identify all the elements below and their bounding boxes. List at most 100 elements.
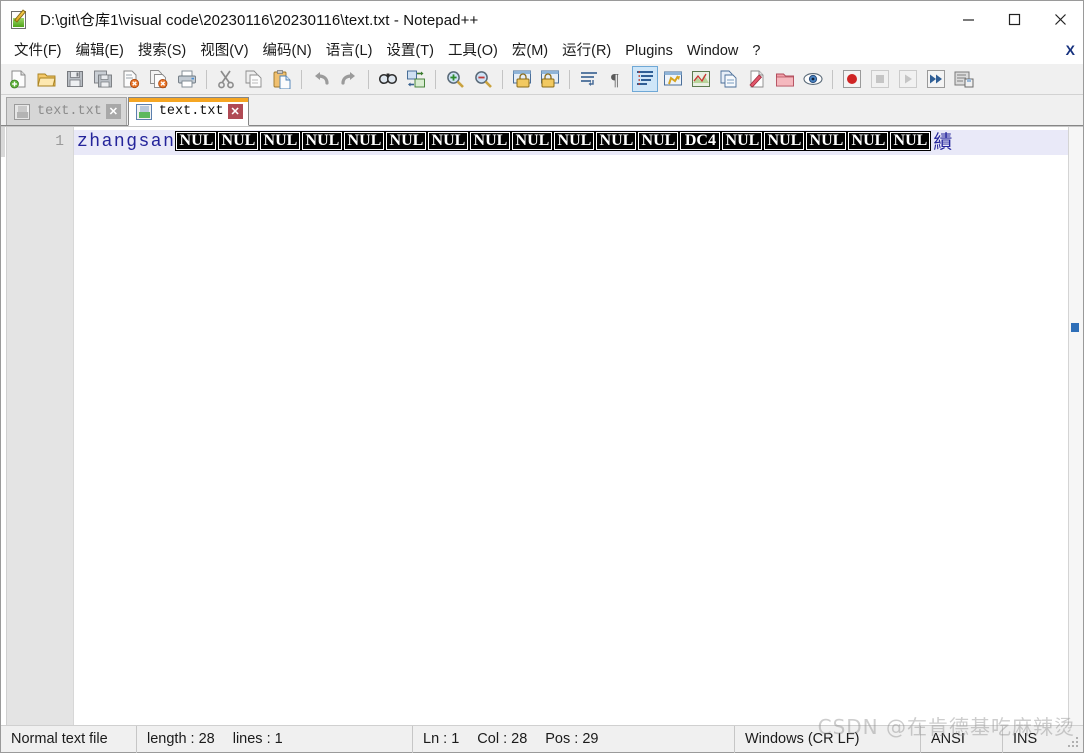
saved-file-icon	[135, 103, 152, 120]
resize-grip[interactable]	[1068, 737, 1080, 749]
menu-edit[interactable]: 编辑(E)	[69, 40, 131, 64]
open-file-icon[interactable]	[34, 66, 60, 92]
status-encoding[interactable]: ANSI	[921, 725, 1003, 753]
tab-label: text.txt	[158, 104, 224, 119]
copy-icon[interactable]	[241, 66, 267, 92]
status-caret-position[interactable]: Ln : 1 Col : 28 Pos : 29	[413, 725, 735, 753]
menu-bar: 文件(F) 编辑(E) 搜索(S) 视图(V) 编码(N) 语言(L) 设置(T…	[1, 39, 1083, 64]
zoom-out-icon[interactable]	[470, 66, 496, 92]
control-char-nul: NUL	[343, 131, 386, 152]
folder-as-workspace-icon[interactable]	[772, 66, 798, 92]
tab-text-txt-2[interactable]: text.txt ✕	[127, 97, 249, 126]
control-char-nul: NUL	[511, 131, 554, 152]
monitoring-icon[interactable]	[800, 66, 826, 92]
code-canvas[interactable]: zhangsan NUL NUL NUL NUL NUL NUL NUL NUL NUL NUL NU…	[74, 127, 1083, 725]
toolbar-separator	[301, 69, 302, 89]
cut-icon[interactable]	[213, 66, 239, 92]
control-char-dc4: DC4	[679, 131, 722, 152]
menu-window[interactable]: Window	[680, 40, 746, 64]
save-all-icon[interactable]	[90, 66, 116, 92]
paste-icon[interactable]	[269, 66, 295, 92]
menu-file[interactable]: 文件(F)	[7, 40, 69, 64]
document-switcher-icon[interactable]	[744, 66, 770, 92]
close-window-button[interactable]	[1037, 1, 1083, 38]
menu-tools[interactable]: 工具(O)	[441, 40, 505, 64]
notepad-plus-plus-icon	[10, 8, 30, 30]
status-ln: Ln : 1	[423, 731, 460, 747]
toolbar-separator	[368, 69, 369, 89]
control-character-sequence: NUL NUL NUL NUL NUL NUL NUL NUL NUL NUL NUL NUL DC4 N…	[175, 130, 932, 155]
editor-bookmark-margin[interactable]	[1, 127, 7, 725]
status-pos: Pos : 29	[545, 731, 599, 747]
save-current-macro-icon[interactable]	[951, 66, 977, 92]
indent-guide-icon[interactable]	[632, 66, 658, 92]
maximize-button[interactable]	[991, 1, 1037, 38]
code-line-1[interactable]: zhangsan NUL NUL NUL NUL NUL NUL NUL NUL NUL NUL NU…	[74, 130, 1083, 155]
control-char-nul: NUL	[889, 131, 932, 152]
new-file-icon[interactable]	[6, 66, 32, 92]
toolbar-separator	[832, 69, 833, 89]
control-char-nul: NUL	[427, 131, 470, 152]
print-icon[interactable]	[174, 66, 200, 92]
window-controls	[945, 1, 1083, 38]
status-length-lines[interactable]: length : 28 lines : 1	[137, 725, 413, 753]
save-icon[interactable]	[62, 66, 88, 92]
play-macro-icon[interactable]	[895, 66, 921, 92]
editor-area: 1 zhangsan NUL NUL NUL NUL NUL NUL NUL NUL NUL NUL…	[1, 126, 1083, 725]
minimize-button[interactable]	[945, 1, 991, 38]
toolbar-separator	[435, 69, 436, 89]
document-map-icon[interactable]	[688, 66, 714, 92]
close-file-icon[interactable]	[118, 66, 144, 92]
tab-close-icon[interactable]: ✕	[105, 104, 121, 119]
menu-view[interactable]: 视图(V)	[193, 40, 255, 64]
line-number-gutter: 1	[7, 127, 74, 725]
word-wrap-icon[interactable]	[576, 66, 602, 92]
stop-recording-macro-icon[interactable]	[867, 66, 893, 92]
code-text-prefix: zhangsan	[77, 132, 176, 152]
menu-run[interactable]: 运行(R)	[555, 40, 618, 64]
show-all-characters-icon[interactable]: ¶	[604, 66, 630, 92]
menu-search[interactable]: 搜索(S)	[131, 40, 193, 64]
menu-encoding[interactable]: 编码(N)	[256, 40, 319, 64]
control-char-nul: NUL	[763, 131, 806, 152]
control-char-nul: NUL	[553, 131, 596, 152]
vertical-scrollbar[interactable]	[1068, 127, 1083, 725]
menu-help[interactable]: ?	[745, 40, 767, 64]
code-text-suffix: 績	[933, 131, 953, 153]
toolbar-separator	[502, 69, 503, 89]
close-document-icon[interactable]: X	[1066, 42, 1075, 58]
title-bar: D:\git\仓库1\visual code\20230116\20230116…	[1, 1, 1083, 39]
status-eol-format[interactable]: Windows (CR LF)	[735, 725, 921, 753]
menu-plugins[interactable]: Plugins	[618, 40, 680, 64]
status-file-type[interactable]: Normal text file	[1, 725, 137, 753]
user-defined-language-icon[interactable]	[660, 66, 686, 92]
control-char-nul: NUL	[847, 131, 890, 152]
status-length: length : 28	[147, 731, 215, 747]
status-col: Col : 28	[477, 731, 528, 747]
control-char-nul: NUL	[259, 131, 302, 152]
menu-macro[interactable]: 宏(M)	[505, 40, 555, 64]
find-icon[interactable]	[375, 66, 401, 92]
tab-text-txt-1[interactable]: text.txt ✕	[6, 97, 127, 125]
svg-text:¶: ¶	[611, 70, 619, 89]
sync-horizontal-scroll-icon[interactable]	[537, 66, 563, 92]
control-char-nul: NUL	[805, 131, 848, 152]
control-char-nul: NUL	[385, 131, 428, 152]
run-macro-multiple-times-icon[interactable]	[923, 66, 949, 92]
sync-vertical-scroll-icon[interactable]	[509, 66, 535, 92]
menu-settings[interactable]: 设置(T)	[379, 40, 441, 64]
saved-file-icon	[14, 103, 30, 120]
close-all-files-icon[interactable]	[146, 66, 172, 92]
control-char-nul: NUL	[301, 131, 344, 152]
undo-icon[interactable]	[308, 66, 334, 92]
tab-close-icon[interactable]: ✕	[227, 104, 243, 119]
start-recording-macro-icon[interactable]	[839, 66, 865, 92]
menu-language[interactable]: 语言(L)	[319, 40, 380, 64]
status-insert-mode[interactable]: INS	[1003, 726, 1065, 753]
replace-icon[interactable]	[403, 66, 429, 92]
tab-label: text.txt	[37, 104, 102, 119]
redo-icon[interactable]	[336, 66, 362, 92]
status-lines: lines : 1	[232, 731, 283, 747]
function-list-icon[interactable]	[716, 66, 742, 92]
zoom-in-icon[interactable]	[442, 66, 468, 92]
